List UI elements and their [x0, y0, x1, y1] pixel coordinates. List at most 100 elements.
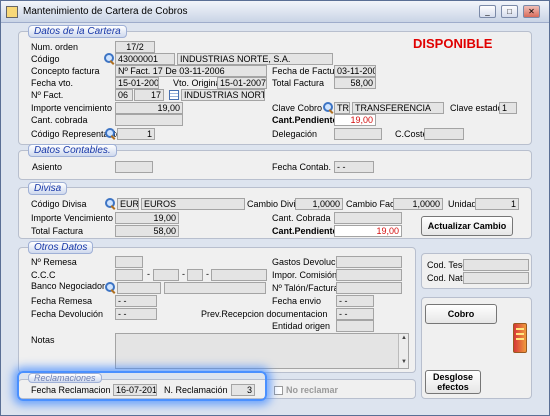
fecha-remesa-field[interactable]: - -	[115, 295, 157, 307]
cant-cobrada-divisa-label: Cant. Cobrada	[272, 213, 331, 223]
entidad-origen-field[interactable]	[336, 320, 374, 332]
talon-field[interactable]	[336, 282, 402, 294]
nfact-serie-field[interactable]: 06	[115, 89, 133, 101]
fecha-devolucion-field[interactable]: - -	[115, 308, 157, 320]
nfact-nombre-field: INDUSTRIAS NORTE, S.A.	[181, 89, 265, 101]
cant-pendiente-divisa-field: 19,00	[334, 225, 402, 237]
no-reclamar-checkbox[interactable]	[274, 386, 283, 395]
fecha-vto-field[interactable]: 15-01-2007	[115, 77, 159, 89]
money-icon[interactable]	[513, 323, 527, 353]
cant-pendiente-label: Cant.Pendiente	[272, 115, 338, 125]
cod-teso-field[interactable]	[463, 259, 529, 271]
ccc-cuenta-field[interactable]	[211, 269, 267, 281]
fecha-devolucion-label: Fecha Devolución	[31, 309, 104, 319]
status-banner: DISPONIBLE	[413, 36, 493, 51]
cod-representante-field[interactable]: 1	[117, 128, 155, 140]
cod-nat-label: Cod. Nat.	[427, 273, 466, 283]
delegacion-field[interactable]	[334, 128, 382, 140]
cant-pendiente-divisa-label: Cant.Pendiente	[272, 226, 338, 236]
scroll-up-icon[interactable]: ▲	[400, 334, 408, 343]
asiento-label: Asiento	[32, 162, 63, 172]
legend-cartera: Datos de la Cartera	[28, 25, 127, 38]
notas-label: Notas	[31, 335, 55, 345]
clave-cobro-desc-field: TRANSFERENCIA	[352, 102, 444, 114]
clave-estado-label: Clave estado	[450, 103, 503, 113]
fecha-envio-field[interactable]: - -	[336, 295, 374, 307]
vto-original-label: Vto. Original	[173, 78, 223, 88]
codigo-field[interactable]: 43000001	[115, 53, 175, 65]
divisa-nombre-field: EUROS	[141, 198, 245, 210]
no-reclamar-label: No reclamar	[286, 385, 339, 395]
search-icon[interactable]	[105, 282, 116, 293]
ccc-dc-field[interactable]	[187, 269, 203, 281]
codigo-divisa-label: Código Divisa	[31, 199, 87, 209]
fecha-factura-field[interactable]: 03-11-2006	[334, 65, 376, 77]
concepto-field[interactable]: Nº Fact. 17 De 03-11-2006	[115, 65, 267, 77]
search-icon[interactable]	[323, 102, 334, 113]
ccc-separator: -	[182, 269, 185, 279]
minimize-button[interactable]: _	[479, 5, 496, 18]
fecha-contab-label: Fecha Contab.	[272, 162, 332, 172]
cobro-button[interactable]: Cobro	[425, 304, 497, 324]
search-icon[interactable]	[105, 198, 116, 209]
focus-highlight	[17, 371, 267, 401]
clave-estado-field[interactable]: 1	[499, 102, 517, 114]
notas-textarea[interactable]	[115, 333, 409, 369]
asiento-field[interactable]	[115, 161, 153, 173]
importe-vto-field[interactable]: 19,00	[115, 102, 183, 114]
prev-recepcion-field[interactable]: - -	[336, 308, 374, 320]
clave-cobro-code-field[interactable]: TR	[334, 102, 350, 114]
total-factura-field: 58,00	[334, 77, 376, 89]
main-window: Mantenimiento de Cartera de Cobros _ □ ✕…	[0, 0, 550, 416]
cod-nat-field[interactable]	[463, 272, 529, 284]
nfact-num-field[interactable]: 17	[134, 89, 164, 101]
ccoste-field[interactable]	[424, 128, 464, 140]
cambio-divisa-field[interactable]: 1,0000	[295, 198, 343, 210]
entidad-origen-label: Entidad origen	[272, 321, 331, 331]
vto-original-field: 15-01-2007	[217, 77, 267, 89]
desglose-efectos-button[interactable]: Desglose efectos	[425, 370, 481, 394]
cant-cobrada-field	[115, 114, 183, 126]
nremesa-label: Nº Remesa	[31, 257, 77, 267]
nremesa-field[interactable]	[115, 256, 143, 268]
app-icon	[6, 6, 18, 18]
total-factura-divisa-label: Total Factura	[31, 226, 84, 236]
desglose-line2: efectos	[437, 382, 469, 392]
fecha-factura-label: Fecha de Factura	[272, 66, 343, 76]
banco-codigo-field[interactable]	[117, 282, 161, 294]
fecha-vto-label: Fecha vto.	[31, 78, 74, 88]
banco-label: Banco Negociador	[31, 281, 106, 291]
desglose-line1: Desglose	[432, 372, 474, 382]
cant-pendiente-field: 19,00	[334, 114, 376, 126]
clave-cobro-label: Clave Cobro	[272, 103, 323, 113]
unidad-field[interactable]: 1	[475, 198, 519, 210]
maximize-button[interactable]: □	[501, 5, 518, 18]
impor-comision-field[interactable]	[336, 269, 402, 281]
ccc-entidad-field[interactable]	[115, 269, 143, 281]
concepto-label: Concepto factura	[31, 66, 100, 76]
notas-scrollbar[interactable]: ▲ ▼	[398, 334, 408, 368]
lookup-list-icon[interactable]	[169, 90, 179, 100]
legend-divisa: Divisa	[28, 182, 68, 195]
ccc-label: C.C.C	[31, 270, 56, 280]
importe-vto-divisa-label: Importe Vencimiento	[31, 213, 114, 223]
window-title: Mantenimiento de Cartera de Cobros	[23, 6, 188, 17]
codigo-label: Código	[31, 54, 60, 64]
importe-vto-divisa-field: 19,00	[115, 212, 179, 224]
search-icon[interactable]	[104, 53, 115, 64]
ccc-oficina-field[interactable]	[153, 269, 179, 281]
actualizar-cambio-button[interactable]: Actualizar Cambio	[421, 216, 513, 236]
codigo-divisa-field[interactable]: EUR	[117, 198, 139, 210]
delegacion-label: Delegación	[272, 129, 318, 139]
ccc-separator: -	[206, 269, 209, 279]
cant-cobrada-label: Cant. cobrada	[31, 115, 88, 125]
num-orden-field[interactable]: 17/2	[115, 41, 155, 53]
cambio-fact-field[interactable]: 1,0000	[393, 198, 443, 210]
gastos-devolucion-field[interactable]	[336, 256, 402, 268]
search-icon[interactable]	[105, 128, 116, 139]
fecha-contab-field[interactable]: - -	[334, 161, 374, 173]
total-factura-label: Total Factura	[272, 78, 325, 88]
scroll-down-icon[interactable]: ▼	[400, 358, 408, 367]
close-button[interactable]: ✕	[523, 5, 540, 18]
cambio-fact-label: Cambio Fact.	[346, 199, 400, 209]
